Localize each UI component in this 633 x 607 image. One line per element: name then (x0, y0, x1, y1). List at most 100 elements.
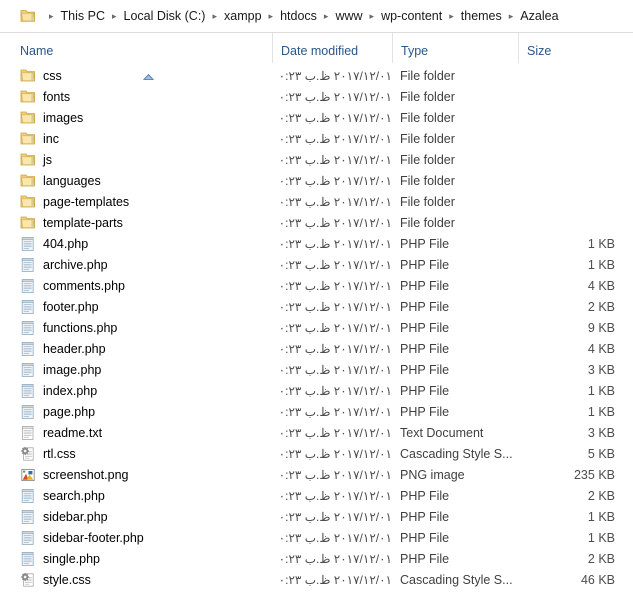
file-list-row[interactable]: js ٢٠١٧/١٢/٠١ ظ.ب ١٠:٢٣ File folder (0, 149, 633, 170)
breadcrumb-separator-icon: ▸ (369, 11, 375, 21)
file-list-row[interactable]: 404.php ٢٠١٧/١٢/٠١ ظ.ب ١٠:٢٣ PHP File 1 KB (0, 233, 633, 254)
file-name-cell[interactable]: css (0, 65, 272, 86)
breadcrumb-item-this-pc[interactable]: This PC (61, 9, 105, 23)
breadcrumb-item-azalea[interactable]: Azalea (520, 9, 558, 23)
breadcrumb-item-themes[interactable]: themes (461, 9, 502, 23)
file-name-cell[interactable]: header.php (0, 338, 272, 359)
file-type-cell: Text Document (400, 425, 484, 440)
file-list-row[interactable]: page.php ٢٠١٧/١٢/٠١ ظ.ب ١٠:٢٣ PHP File 1 KB (0, 401, 633, 422)
file-date-modified-cell: ٢٠١٧/١٢/٠١ ظ.ب ١٠:٢٣ (279, 551, 392, 566)
file-list-row[interactable]: screenshot.png ٢٠١٧/١٢/٠١ ظ.ب ١٠:٢٣ PNG im… (0, 464, 633, 485)
file-size-cell (518, 86, 615, 107)
address-bar[interactable]: ▸ This PC ▸ Local Disk (C:) ▸ xampp ▸ htdocs ▸ ww… (0, 0, 633, 33)
column-header-name-label: Name (20, 44, 54, 58)
file-name-cell[interactable]: fonts (0, 86, 272, 107)
file-name-cell[interactable]: index.php (0, 380, 272, 401)
file-name-label: index.php (43, 383, 98, 398)
file-list-row[interactable]: page-templates ٢٠١٧/١٢/٠١ ظ.ب ١٠:٢٣ File f… (0, 191, 633, 212)
file-list-row[interactable]: sidebar-footer.php ٢٠١٧/١٢/٠١ ظ.ب ١٠:٢٣ PH… (0, 527, 633, 548)
file-name-cell[interactable]: comments.php (0, 275, 272, 296)
file-list-row[interactable]: template-parts ٢٠١٧/١٢/٠١ ظ.ب ١٠:٢٣ File f… (0, 212, 633, 233)
file-size-cell (518, 212, 615, 233)
file-date-modified-cell: ٢٠١٧/١٢/٠١ ظ.ب ١٠:٢٣ (279, 509, 392, 524)
file-name-cell[interactable]: inc (0, 128, 272, 149)
file-list-row[interactable]: sidebar.php ٢٠١٧/١٢/٠١ ظ.ب ١٠:٢٣ PHP File 1… (0, 506, 633, 527)
column-header-date-modified[interactable]: Date modified (272, 33, 392, 63)
php-file-icon (20, 530, 36, 546)
file-name-cell[interactable]: image.php (0, 359, 272, 380)
file-list-row[interactable]: single.php ٢٠١٧/١٢/٠١ ظ.ب ١٠:٢٣ PHP File 2 … (0, 548, 633, 569)
file-type-cell: File folder (400, 152, 455, 167)
file-size-cell: 1 KB (587, 404, 615, 419)
file-name-cell[interactable]: functions.php (0, 317, 272, 338)
file-type-cell: PHP File (400, 383, 450, 398)
file-name-cell[interactable]: 404.php (0, 233, 272, 254)
column-header-row: Name Date modified Type Size (0, 33, 633, 80)
file-size-cell (518, 170, 615, 191)
file-name-cell[interactable]: js (0, 149, 272, 170)
file-type-cell: PNG image (400, 467, 465, 482)
file-list-row[interactable]: images ٢٠١٧/١٢/٠١ ظ.ب ١٠:٢٣ File folder (0, 107, 633, 128)
file-list-row[interactable]: rtl.css ٢٠١٧/١٢/٠١ ظ.ب ١٠:٢٣ Cascading Sty… (0, 443, 633, 464)
file-name-cell[interactable]: template-parts (0, 212, 272, 233)
file-name-cell[interactable]: style.css (0, 569, 272, 590)
file-name-cell[interactable]: page-templates (0, 191, 272, 212)
file-type-cell: File folder (400, 131, 455, 146)
file-name-cell[interactable]: single.php (0, 548, 272, 569)
breadcrumb-item-htdocs[interactable]: htdocs (280, 9, 317, 23)
file-name-cell[interactable]: sidebar-footer.php (0, 527, 272, 548)
file-date-modified-cell: ٢٠١٧/١٢/٠١ ظ.ب ١٠:٢٣ (279, 194, 392, 209)
file-name-cell[interactable]: readme.txt (0, 422, 272, 443)
file-name-cell[interactable]: images (0, 107, 272, 128)
file-name-cell[interactable]: sidebar.php (0, 506, 272, 527)
breadcrumb-item-local-disk-c[interactable]: Local Disk (C:) (124, 9, 206, 23)
text-file-icon (20, 425, 36, 441)
php-file-icon (20, 278, 36, 294)
file-list-row[interactable]: fonts ٢٠١٧/١٢/٠١ ظ.ب ١٠:٢٣ File folder (0, 86, 633, 107)
file-list-row[interactable]: index.php ٢٠١٧/١٢/٠١ ظ.ب ١٠:٢٣ PHP File 1 K… (0, 380, 633, 401)
file-list-row[interactable]: header.php ٢٠١٧/١٢/٠١ ظ.ب ١٠:٢٣ PHP File 4 … (0, 338, 633, 359)
file-list[interactable]: css ٢٠١٧/١٢/٠١ ظ.ب ١٠:٢٣ File folder fonts ٢… (0, 65, 633, 607)
breadcrumb-item-wp-content[interactable]: wp-content (381, 9, 442, 23)
file-list-row[interactable]: languages ٢٠١٧/١٢/٠١ ظ.ب ١٠:٢٣ File folder (0, 170, 633, 191)
file-size-cell (518, 191, 615, 212)
file-list-row[interactable]: readme.txt ٢٠١٧/١٢/٠١ ظ.ب ١٠:٢٣ Text Docum… (0, 422, 633, 443)
column-header-size[interactable]: Size (518, 33, 633, 63)
breadcrumb-item-www[interactable]: www (335, 9, 362, 23)
file-name-label: header.php (43, 341, 106, 356)
css-file-icon (20, 572, 36, 588)
php-file-icon (20, 299, 36, 315)
file-size-cell: 5 KB (587, 446, 615, 461)
breadcrumb-item-xampp[interactable]: xampp (224, 9, 262, 23)
file-type-cell: PHP File (400, 236, 450, 251)
file-name-cell[interactable]: archive.php (0, 254, 272, 275)
file-list-row[interactable]: functions.php ٢٠١٧/١٢/٠١ ظ.ب ١٠:٢٣ PHP Fil… (0, 317, 633, 338)
file-list-row[interactable]: css ٢٠١٧/١٢/٠١ ظ.ب ١٠:٢٣ File folder (0, 65, 633, 86)
php-file-icon (20, 551, 36, 567)
file-name-cell[interactable]: page.php (0, 401, 272, 422)
file-list-row[interactable]: inc ٢٠١٧/١٢/٠١ ظ.ب ١٠:٢٣ File folder (0, 128, 633, 149)
file-list-row[interactable]: archive.php ٢٠١٧/١٢/٠١ ظ.ب ١٠:٢٣ PHP File 1… (0, 254, 633, 275)
file-type-cell: PHP File (400, 341, 450, 356)
file-name-cell[interactable]: screenshot.png (0, 464, 272, 485)
column-header-name[interactable]: Name (0, 33, 272, 63)
file-list-row[interactable]: style.css ٢٠١٧/١٢/٠١ ظ.ب ١٠:٢٣ Cascading S… (0, 569, 633, 590)
breadcrumb-separator-icon: ▸ (111, 11, 117, 21)
file-size-cell: 4 KB (587, 278, 615, 293)
file-list-row[interactable]: search.php ٢٠١٧/١٢/٠١ ظ.ب ١٠:٢٣ PHP File 2 … (0, 485, 633, 506)
file-name-label: search.php (43, 488, 105, 503)
column-header-type[interactable]: Type (392, 33, 518, 63)
file-list-row[interactable]: image.php ٢٠١٧/١٢/٠١ ظ.ب ١٠:٢٣ PHP File 3 K… (0, 359, 633, 380)
file-list-row[interactable]: comments.php ٢٠١٧/١٢/٠١ ظ.ب ١٠:٢٣ PHP File… (0, 275, 633, 296)
file-name-cell[interactable]: footer.php (0, 296, 272, 317)
php-file-icon (20, 509, 36, 525)
file-name-cell[interactable]: languages (0, 170, 272, 191)
breadcrumb-separator-icon: ▸ (212, 11, 218, 21)
php-file-icon (20, 320, 36, 336)
file-name-cell[interactable]: rtl.css (0, 443, 272, 464)
folder-icon (20, 194, 36, 210)
file-list-row[interactable]: footer.php ٢٠١٧/١٢/٠١ ظ.ب ١٠:٢٣ PHP File 2 … (0, 296, 633, 317)
file-type-cell: PHP File (400, 488, 450, 503)
file-name-cell[interactable]: search.php (0, 485, 272, 506)
file-type-cell: Cascading Style S... (400, 446, 513, 461)
